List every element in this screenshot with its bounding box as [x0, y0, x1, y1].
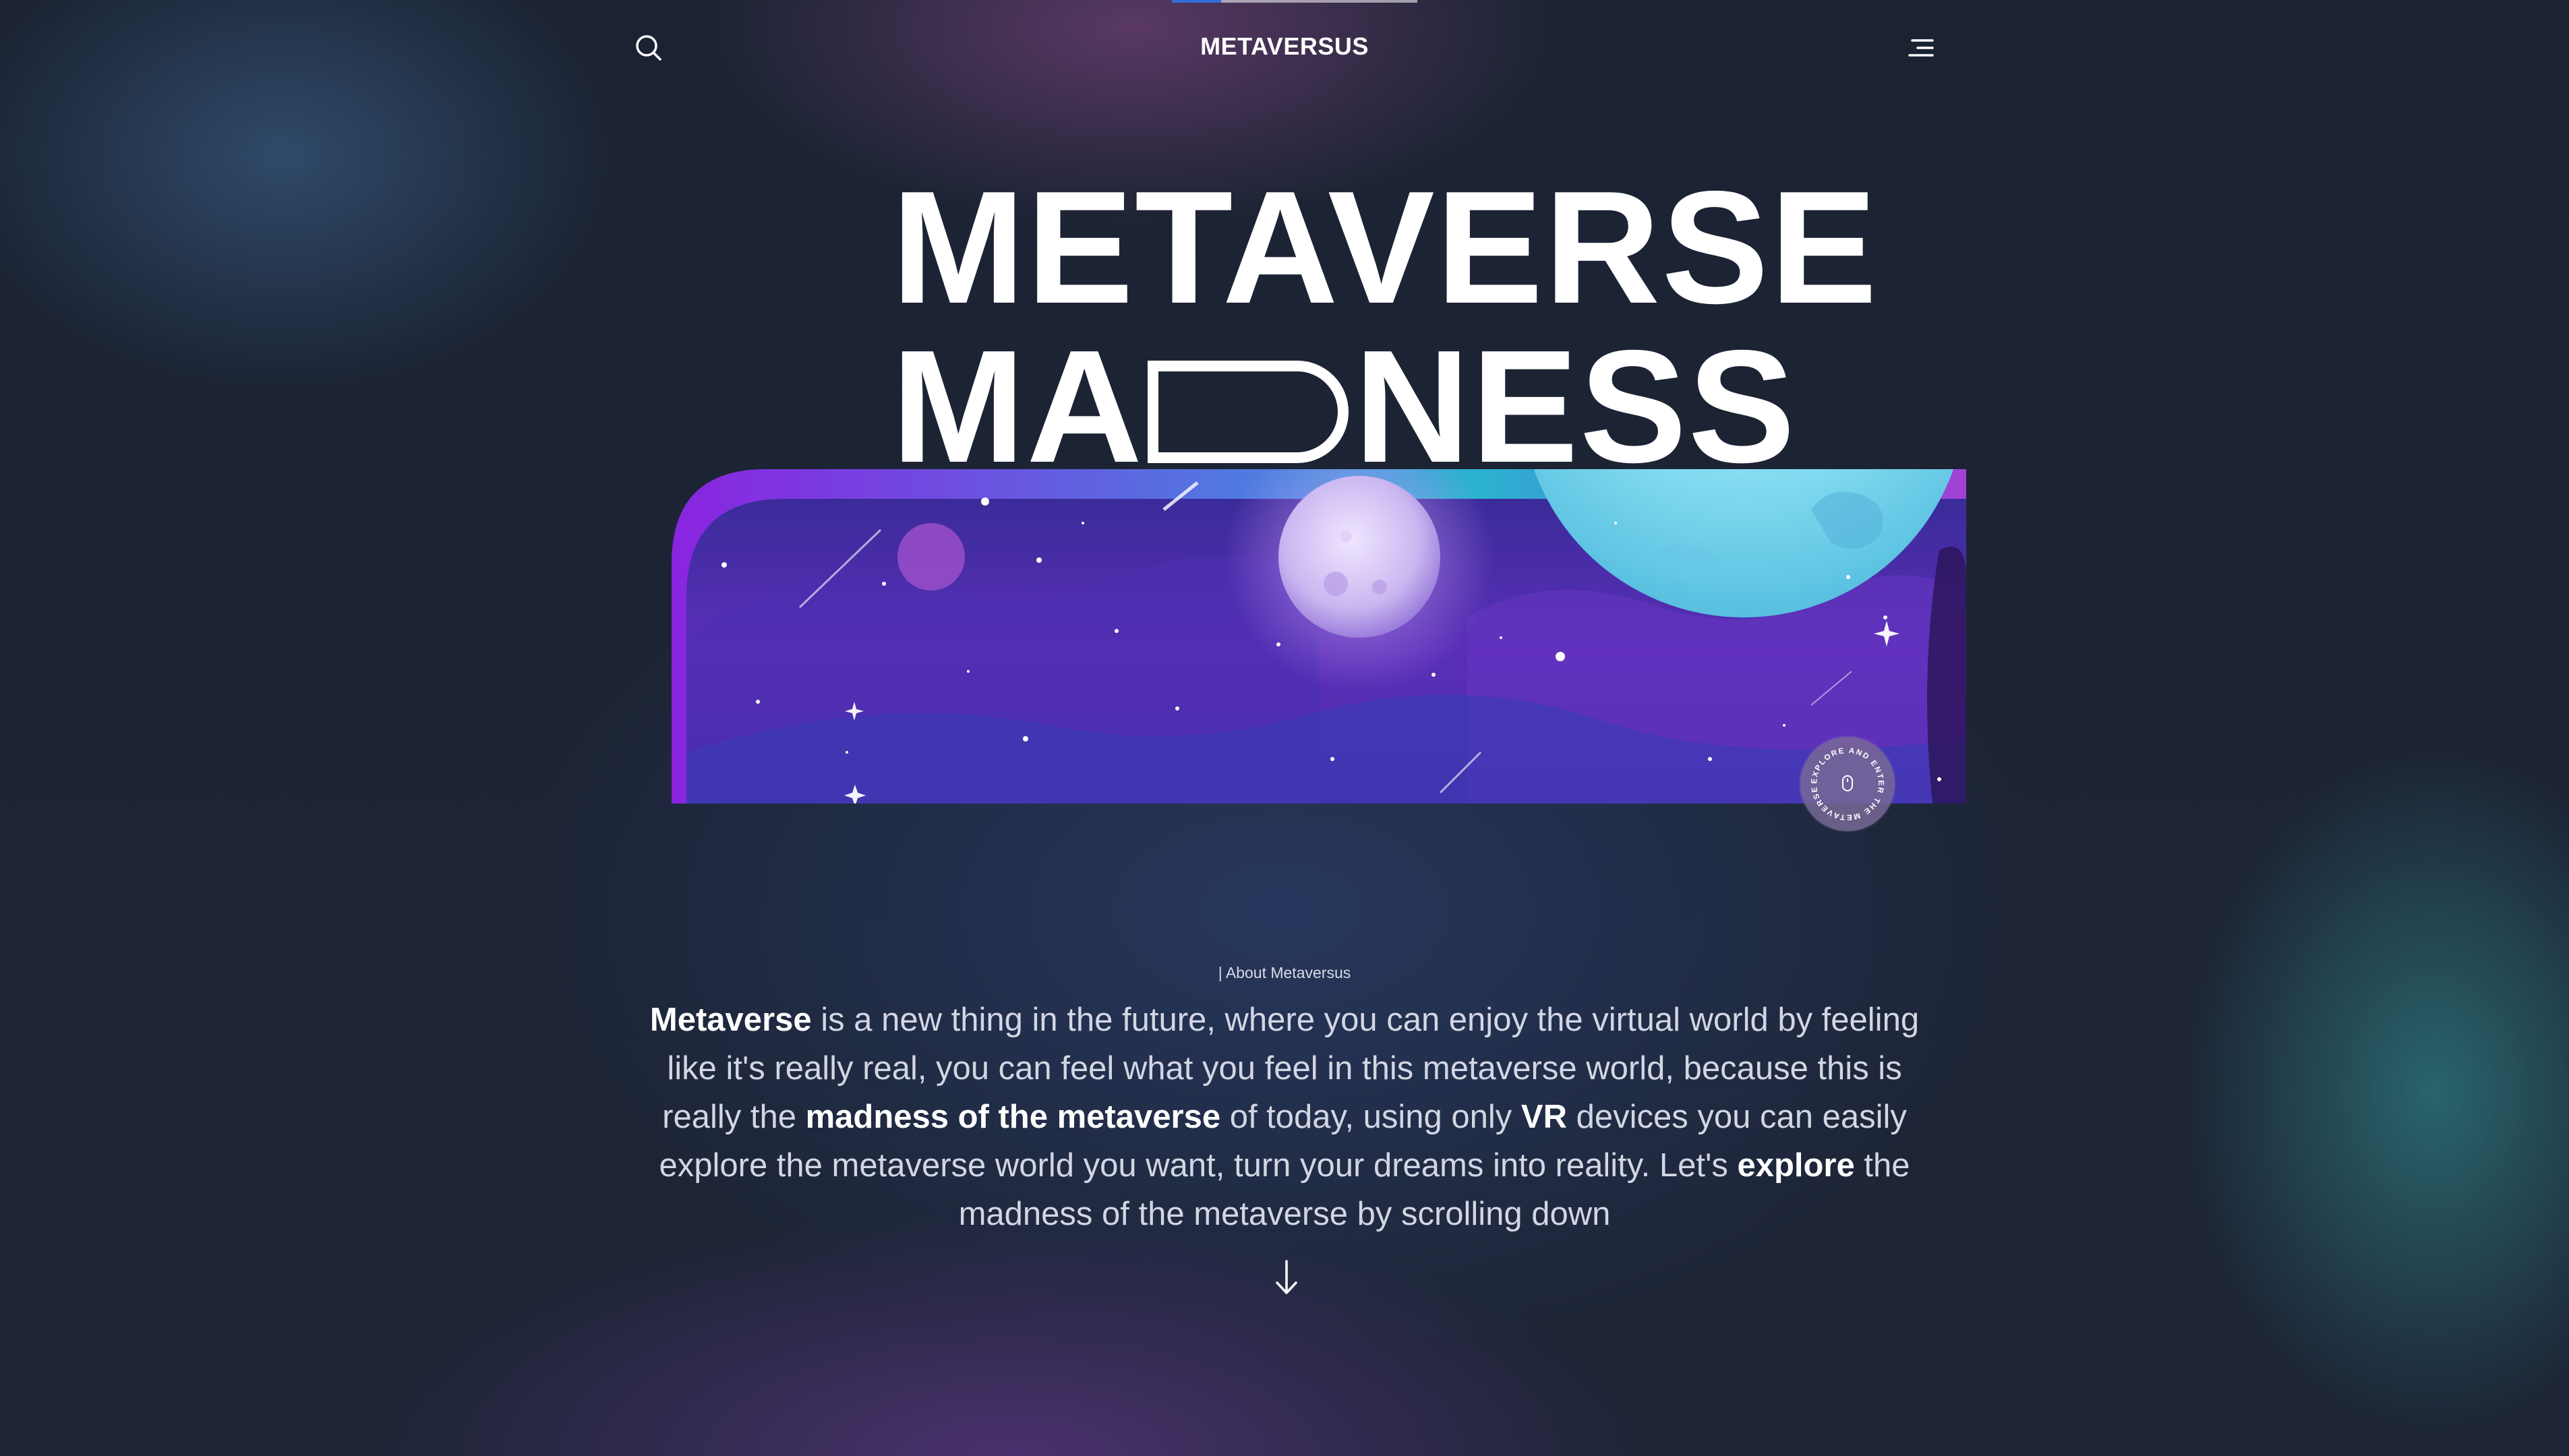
about-keyword-explore: explore	[1737, 1147, 1855, 1184]
about-paragraph: Metaverse is a new thing in the future, …	[630, 996, 1939, 1238]
hero-title-line-1: METAVERSE	[891, 158, 1879, 337]
about-keyword-madness: madness of the metaverse	[805, 1099, 1221, 1135]
about-label: | About Metaversus	[1218, 964, 1351, 981]
explore-badge[interactable]: EXPLORE AND ENTER THE METAVERSE	[1800, 737, 1895, 831]
space-illustration	[672, 469, 1966, 803]
badge-text: EXPLORE AND ENTER THE METAVERSE	[1810, 747, 1883, 821]
hero-title: METAVERSE MA NESS	[891, 158, 1879, 487]
arrow-down-icon[interactable]	[1268, 1257, 1305, 1299]
scroll-progress-bar	[1172, 0, 1417, 3]
about-keyword-vr: VR	[1520, 1099, 1567, 1135]
mouse-icon	[1842, 775, 1853, 791]
header: METAVERSUS	[630, 24, 1939, 65]
about-text-part-2: of today, using only	[1220, 1099, 1521, 1135]
brand-logo[interactable]: METAVERSUS	[630, 32, 1939, 61]
hero-banner	[672, 469, 1966, 803]
scroll-progress-fill	[1172, 0, 1221, 3]
hero-title-line-2: MA NESS	[891, 327, 1879, 487]
about-section: | About Metaversus Metaverse is a new th…	[0, 964, 2569, 1238]
page: METAVERSUS METAVERSE MA NESS EXPLORE AND…	[0, 0, 2569, 1456]
svg-text:EXPLORE AND ENTER THE METAVERS: EXPLORE AND ENTER THE METAVERSE	[1810, 747, 1885, 821]
about-keyword-metaverse: Metaverse	[649, 1002, 812, 1038]
menu-icon[interactable]	[1902, 30, 1939, 66]
hero-pill-shape	[1148, 361, 1349, 463]
